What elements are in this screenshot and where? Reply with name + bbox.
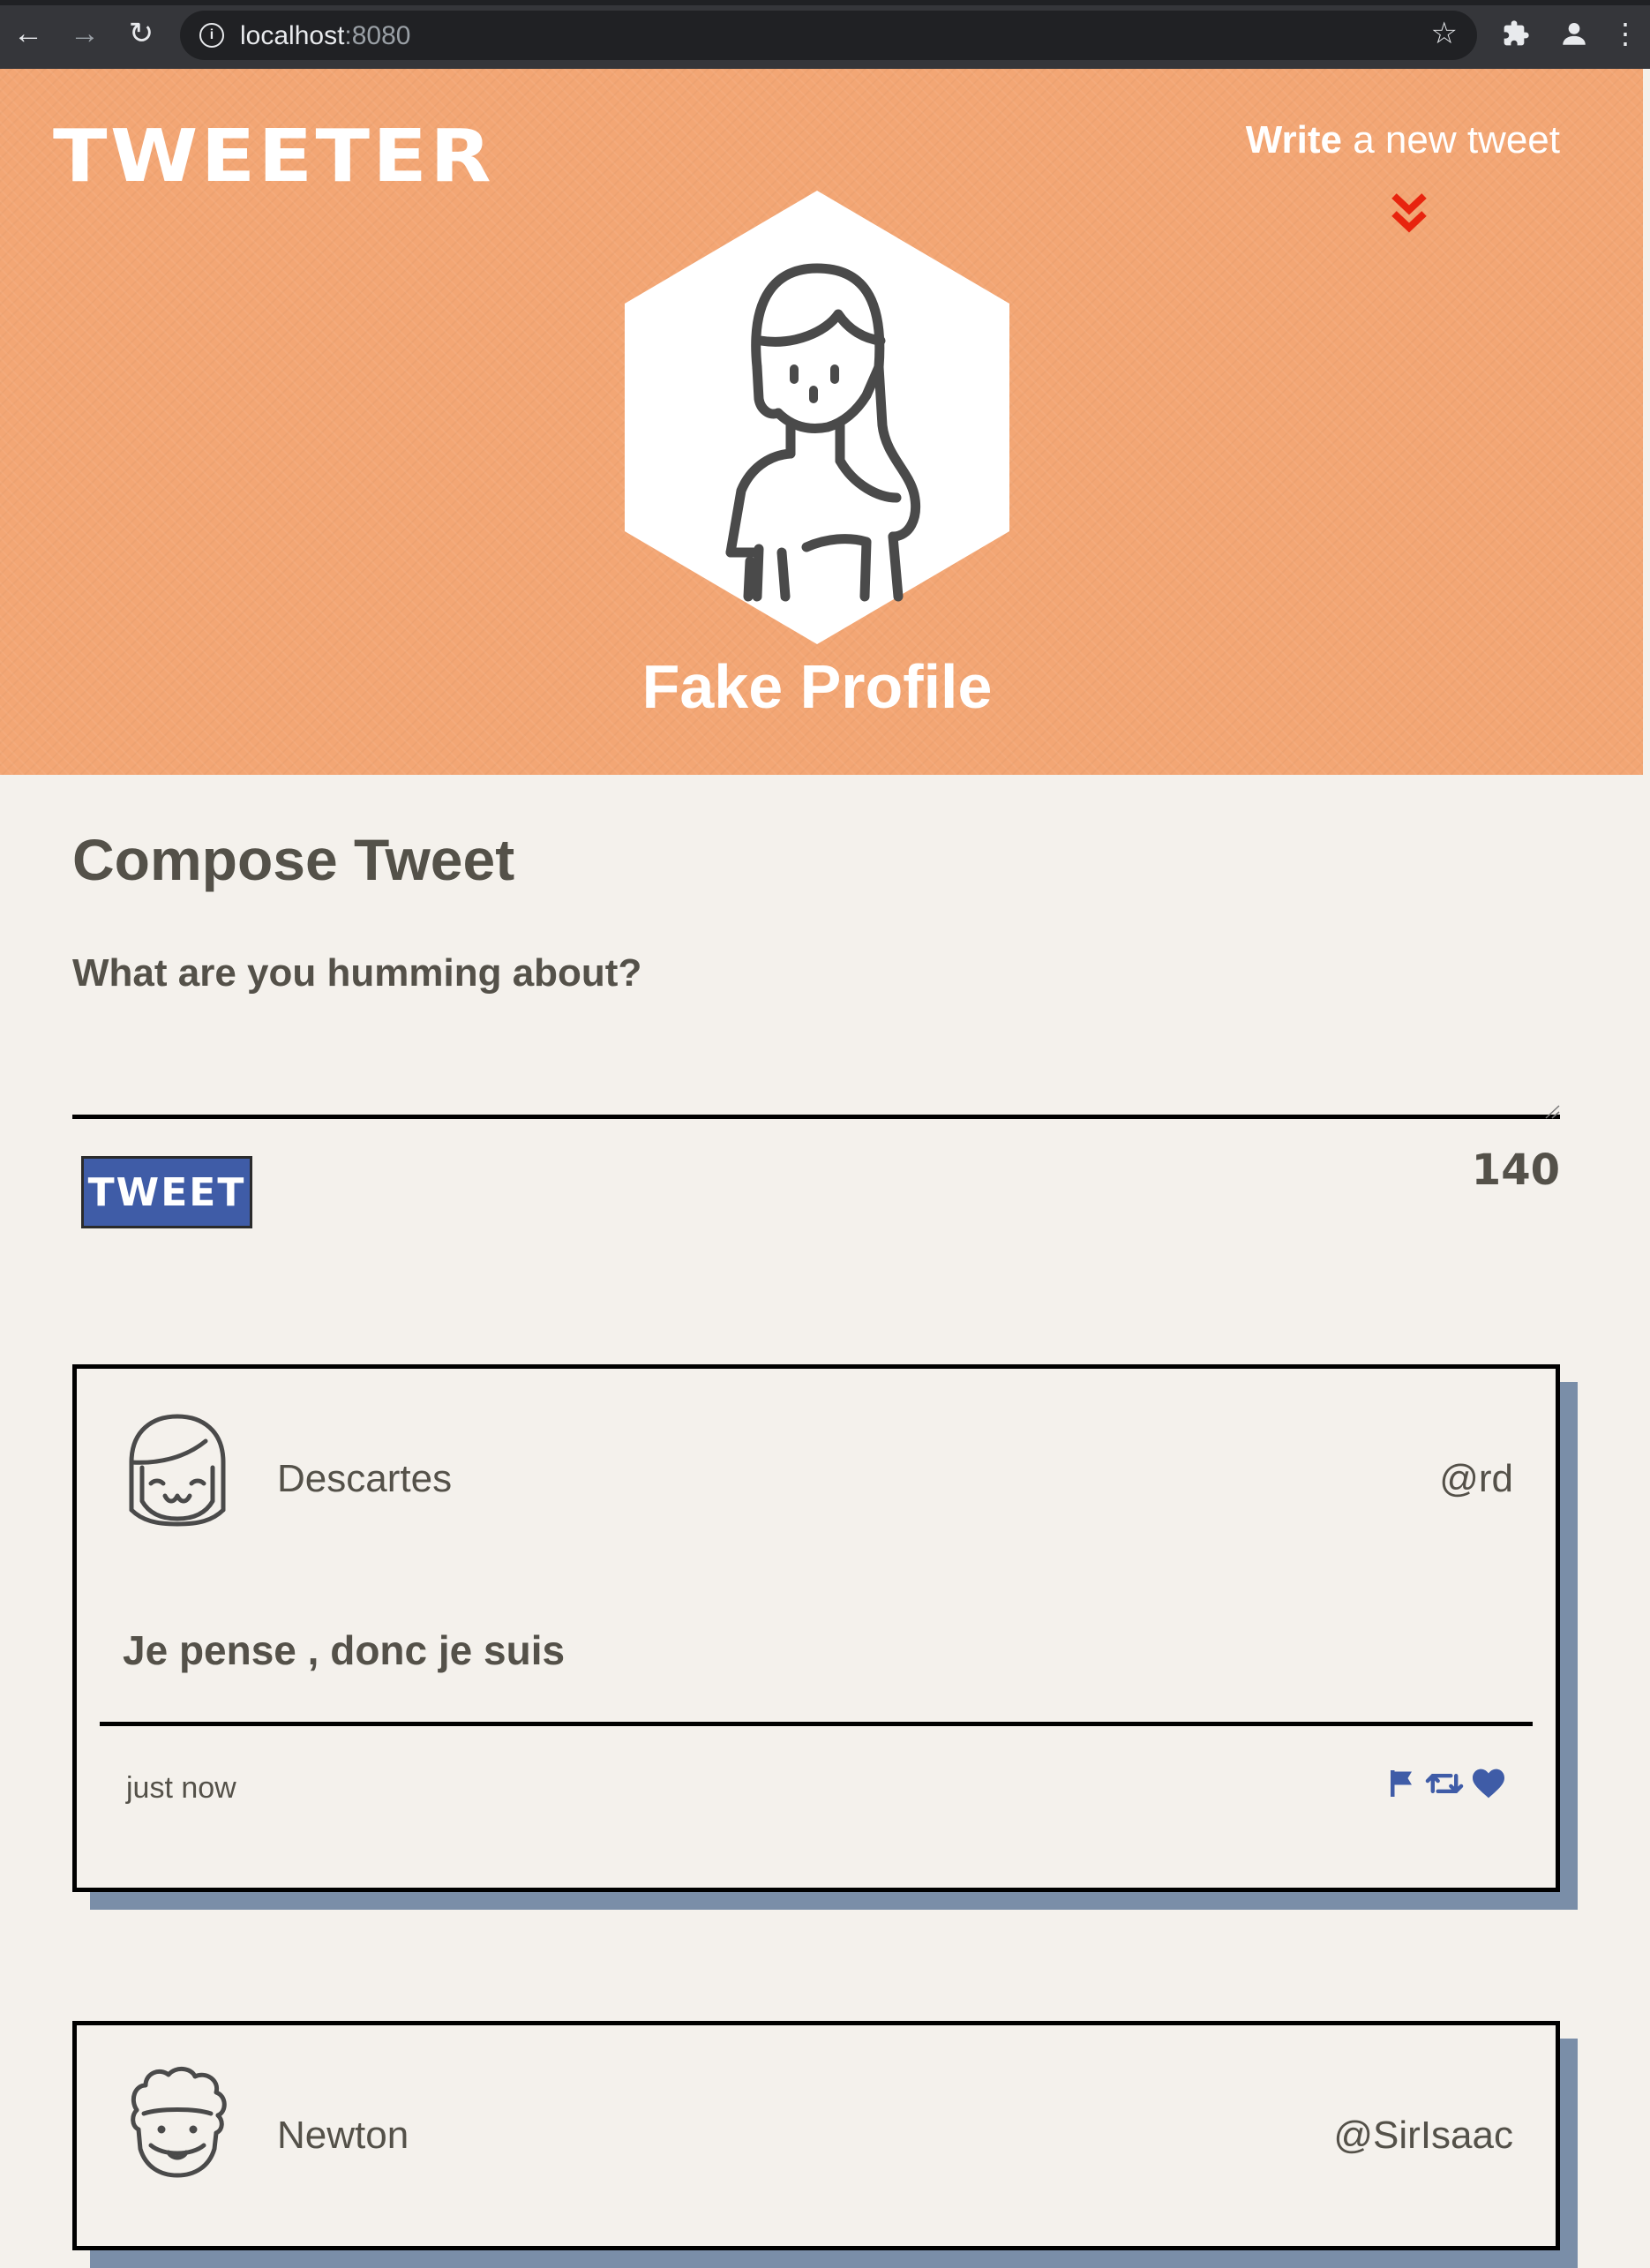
address-bar[interactable]: i localhost:8080 ☆ bbox=[180, 11, 1477, 60]
heart-icon[interactable] bbox=[1471, 1768, 1506, 1804]
profile-avatar bbox=[625, 191, 1009, 644]
tweet-timestamp: just now bbox=[126, 1771, 236, 1805]
profile-name: Fake Profile bbox=[641, 652, 993, 721]
profile-icon[interactable] bbox=[1555, 14, 1594, 53]
tweet-submit-button[interactable]: TWEET bbox=[81, 1156, 252, 1228]
back-icon[interactable]: ← bbox=[9, 14, 48, 53]
brand-logo[interactable]: TWEETER bbox=[53, 115, 494, 199]
bookmark-star-icon[interactable]: ☆ bbox=[1431, 16, 1458, 51]
forward-icon[interactable]: → bbox=[65, 14, 104, 53]
compose-title: Compose Tweet bbox=[72, 827, 515, 892]
character-counter: 140 bbox=[1471, 1145, 1560, 1195]
url-text[interactable]: localhost:8080 bbox=[240, 21, 410, 51]
url-host: localhost bbox=[240, 21, 345, 50]
page-gutter bbox=[1643, 69, 1650, 2204]
author-avatar-icon bbox=[131, 2067, 227, 2178]
tweet-textarea[interactable] bbox=[72, 1011, 1560, 1119]
menu-icon[interactable]: ⋮ bbox=[1611, 14, 1639, 53]
tweet-handle: @rd bbox=[1439, 1457, 1513, 1500]
write-link-rest: a new tweet bbox=[1341, 118, 1560, 161]
url-port: :8080 bbox=[344, 21, 411, 50]
tweet-divider bbox=[100, 1722, 1533, 1726]
author-avatar-icon bbox=[129, 1414, 226, 1527]
tweet-actions bbox=[1384, 1768, 1506, 1804]
tweet-card: Newton @SirIsaac bbox=[72, 2021, 1560, 2250]
write-link-bold: Write bbox=[1245, 118, 1342, 161]
tweet-card: Descartes @rd Je pense , donc je suis ju… bbox=[72, 1364, 1560, 1892]
tweet-content: Je pense , donc je suis bbox=[123, 1627, 566, 1673]
compose-label: What are you humming about? bbox=[72, 951, 642, 995]
flag-icon[interactable] bbox=[1384, 1768, 1418, 1804]
tweet-handle: @SirIsaac bbox=[1333, 2114, 1513, 2157]
retweet-icon[interactable] bbox=[1425, 1768, 1464, 1804]
tweet-author: Descartes bbox=[277, 1457, 453, 1500]
browser-toolbar: ← → ↻ i localhost:8080 ☆ ⋮ bbox=[0, 0, 1650, 69]
extensions-icon[interactable] bbox=[1496, 14, 1535, 53]
tab-strip bbox=[0, 0, 1650, 5]
profile-header: TWEETER Write a new tweet Fake Profile bbox=[0, 69, 1643, 775]
reload-icon[interactable]: ↻ bbox=[122, 14, 161, 53]
tweet-author: Newton bbox=[277, 2114, 409, 2157]
double-chevron-down-icon[interactable] bbox=[1389, 189, 1429, 238]
write-new-tweet-link[interactable]: Write a new tweet bbox=[1246, 118, 1560, 162]
resize-grip-icon[interactable] bbox=[1544, 1105, 1560, 1119]
info-icon[interactable]: i bbox=[199, 23, 224, 48]
